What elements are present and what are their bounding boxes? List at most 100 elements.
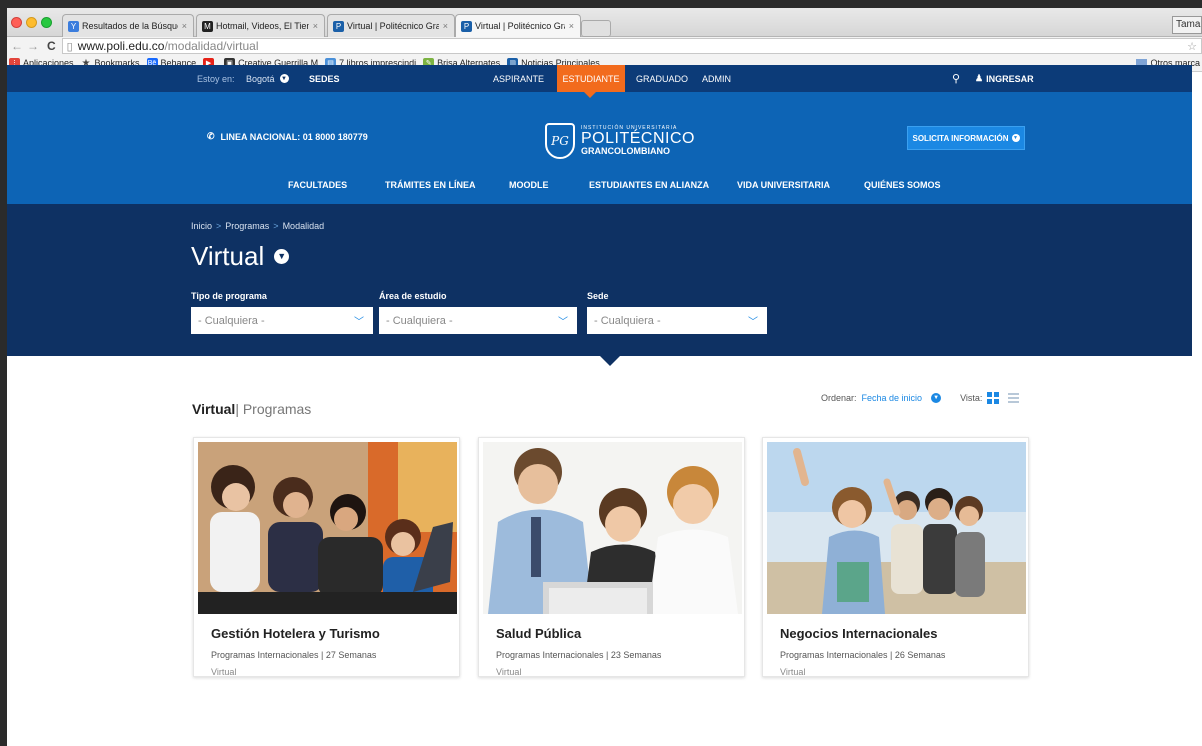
program-title[interactable]: Negocios Internacionales [780,626,938,641]
site-logo[interactable]: PG INSTITUCIÓN UNIVERSITARIA POLITÉCNICO… [545,123,695,159]
browser-tab-active[interactable]: P Virtual | Politécnico Granc × [455,14,581,37]
close-window-button[interactable] [11,17,22,28]
browser-tab[interactable]: M Hotmail, Videos, El Tiempo × [196,14,325,37]
program-card[interactable]: Negocios Internacionales Programas Inter… [762,437,1029,677]
filter-select-sede[interactable]: - Cualquiera - ﹀ [587,307,767,334]
breadcrumb: Inicio > Programas > Modalidad [191,221,324,231]
tab-title: Hotmail, Videos, El Tiempo [216,21,309,31]
chevron-down-icon[interactable]: ▼ [274,249,290,264]
back-icon[interactable]: ← [11,39,23,53]
url-input[interactable]: ▯ www.poli.edu.co/modalidad/virtual ☆ [61,38,1202,54]
tab-graduado[interactable]: GRADUADO [636,65,688,92]
nav-vida-universitaria[interactable]: VIDA UNIVERSITARIA [737,180,830,190]
location-label: Estoy en: [197,73,235,84]
login-link[interactable]: ♟ INGRESAR [975,65,1034,92]
request-info-label: SOLICITA INFORMACIÓN [912,133,1009,143]
phone-icon: ✆ [207,131,215,141]
browser-tab[interactable]: Y Resultados de la Búsqueda × [62,14,194,37]
breadcrumb-separator: > [216,221,222,231]
nav-moodle[interactable]: MOODLE [509,180,549,190]
program-subtitle: Programas Internacionales | 26 Semanas [780,650,946,660]
close-tab-icon[interactable]: × [439,21,448,31]
minimize-window-button[interactable] [26,17,37,28]
page-title: Virtual ▼ [191,241,290,272]
list-heading-rest: | Programas [235,401,312,417]
login-label: INGRESAR [986,73,1034,84]
city-selector[interactable]: Bogotá ▼ [246,65,289,92]
filter-label-tipo: Tipo de programa [191,291,267,301]
window-controls [11,17,52,28]
tab-title: Resultados de la Búsqueda [82,21,178,31]
filter-select-tipo[interactable]: - Cualquiera - ﹀ [191,307,373,334]
program-subtitle: Programas Internacionales | 23 Semanas [496,650,662,660]
browser-tab[interactable]: P Virtual | Politécnico Granc × [327,14,455,37]
close-tab-icon[interactable]: × [309,21,318,31]
page-icon: ▯ [66,40,73,53]
chevron-down-icon: ﹀ [748,317,758,328]
active-tab-pointer [584,92,596,98]
tab-admin[interactable]: ADMIN [702,65,731,92]
grid-view-icon[interactable] [987,392,1000,404]
zoom-window-button[interactable] [41,17,52,28]
breadcrumb-modalidad[interactable]: Modalidad [283,221,325,231]
site-header: ✆ LINEA NACIONAL: 01 8000 180779 PG INST… [7,92,1192,204]
request-info-button[interactable]: SOLICITA INFORMACIÓN ▼ [907,126,1025,150]
url-domain: www.poli.edu.co [77,39,165,53]
program-image [198,442,457,614]
profile-button[interactable]: Tama [1172,16,1202,34]
program-card[interactable]: Gestión Hotelera y Turismo Programas Int… [193,437,460,677]
close-tab-icon[interactable]: × [178,21,187,31]
phone-line: ✆ LINEA NACIONAL: 01 8000 180779 [207,131,368,142]
reload-icon[interactable]: C [47,39,56,53]
breadcrumb-inicio[interactable]: Inicio [191,221,212,231]
chevron-down-icon: ﹀ [354,317,364,328]
chevron-down-icon: ﹀ [558,317,568,328]
filter-label-area: Área de estudio [379,291,447,301]
yahoo-icon: Y [68,20,79,32]
list-view-icon[interactable] [1008,393,1020,403]
logo-line3: GRANCOLOMBIANO [581,146,670,156]
page-hero: Inicio > Programas > Modalidad Virtual ▼ Tip… [7,204,1192,356]
forward-icon[interactable]: → [27,39,39,53]
chevron-down-icon[interactable]: ▼ [931,393,942,403]
breadcrumb-programas[interactable]: Programas [225,221,269,231]
site-top-bar: Estoy en: Bogotá ▼ SEDES ASPIRANTE ESTUDI… [7,65,1192,98]
user-icon: ♟ [975,73,984,83]
program-title[interactable]: Gestión Hotelera y Turismo [211,626,380,641]
bookmark-star-icon[interactable]: ☆ [1187,40,1197,53]
nav-quienes-somos[interactable]: QUIÉNES SOMOS [864,180,941,190]
tab-estudiante[interactable]: ESTUDIANTE [557,65,625,92]
program-subtitle: Programas Internacionales | 27 Semanas [211,650,377,660]
program-card[interactable]: Salud Pública Programas Internacionales … [478,437,745,677]
program-modality: Virtual [496,667,522,677]
chevron-down-icon: ▼ [279,74,289,83]
filter-value: - Cualquiera - [594,314,661,327]
web-page: Estoy en: Bogotá ▼ SEDES ASPIRANTE ESTUDI… [7,65,1192,738]
program-title[interactable]: Salud Pública [496,626,581,641]
logo-shield-icon: PG [545,123,575,159]
nav-tramites[interactable]: TRÁMITES EN LÍNEA [385,180,476,190]
chevron-down-icon: ▼ [1011,134,1020,142]
order-label: Ordenar: [821,393,857,403]
program-modality: Virtual [780,667,806,677]
filter-select-area[interactable]: - Cualquiera - ﹀ [379,307,577,334]
tab-estudiante-label: ESTUDIANTE [562,73,620,84]
nav-facultades[interactable]: FACULTADES [288,180,347,190]
close-tab-icon[interactable]: × [565,21,574,31]
new-tab-button[interactable] [581,20,611,37]
nav-estudiantes-alianza[interactable]: ESTUDIANTES EN ALIANZA [589,180,709,190]
logo-line2: POLITÉCNICO [581,130,695,147]
poli-icon: P [461,20,472,32]
search-icon[interactable]: ⚲ [952,65,960,92]
sedes-link[interactable]: SEDES [309,65,340,92]
page-title-text: Virtual [191,241,265,271]
tab-aspirante[interactable]: ASPIRANTE [493,65,544,92]
program-image [767,442,1026,614]
address-bar: ← → C ▯ www.poli.edu.co/modalidad/virtua… [7,37,1202,55]
hero-pointer [600,356,620,366]
order-select[interactable]: Fecha de inicio [862,393,923,403]
list-heading-bold: Virtual [192,401,236,417]
breadcrumb-separator: > [273,221,279,231]
filter-value: - Cualquiera - [198,314,265,327]
view-label: Vista: [960,393,983,403]
